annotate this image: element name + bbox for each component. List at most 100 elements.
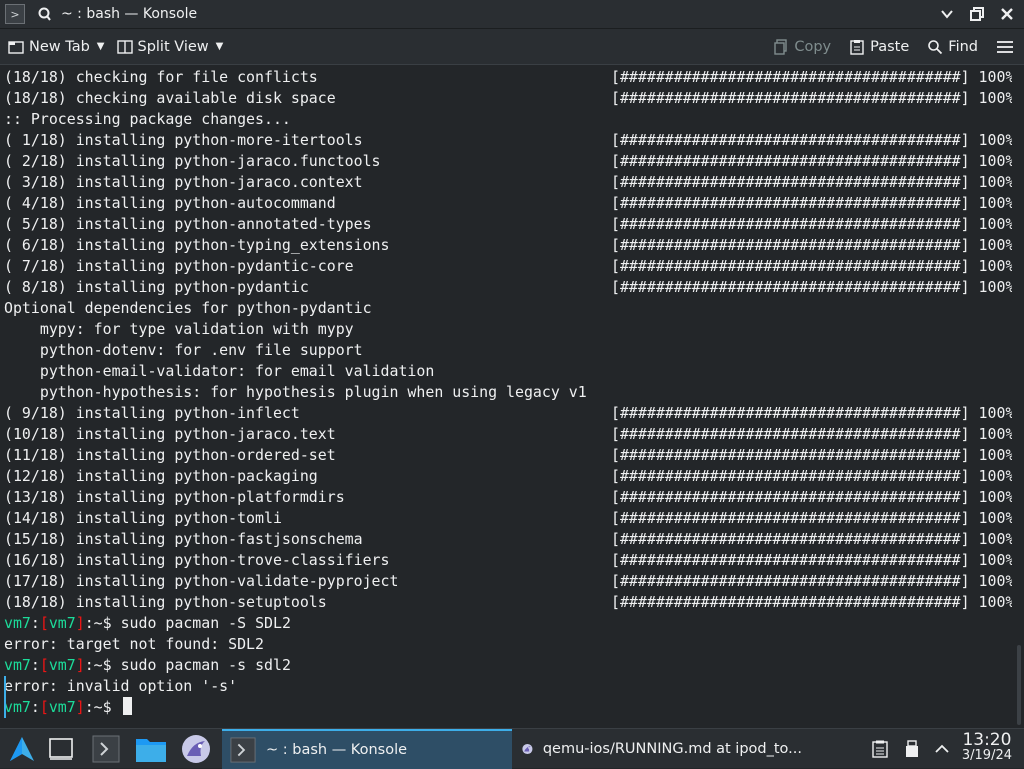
progress-bar-text: [######################################]… (611, 68, 1015, 86)
terminal-line-text: :: Processing package changes... (4, 110, 291, 128)
progress-bar-text: [######################################]… (611, 257, 1015, 275)
terminal-line: (13/18) installing python-platformdirs [#… (4, 487, 1014, 508)
terminal-scrollbar[interactable] (1012, 65, 1024, 728)
progress-bar-text: [######################################]… (611, 131, 1015, 149)
progress-bar-text: [######################################]… (611, 215, 1015, 233)
terminal-line: mypy: for type validation with mypy (4, 319, 1012, 340)
toolbar: New Tab ▼ Split View ▼ Copy Paste Find (0, 29, 1024, 65)
terminal-line: python-dotenv: for .env file support (4, 340, 1012, 361)
terminal-line-text: (12/18) installing python-packaging (4, 467, 318, 485)
prompt-host: vm7 (4, 656, 31, 674)
prompt-bracket: [ (39, 656, 49, 674)
removable-device-icon[interactable] (900, 729, 924, 769)
terminal-line-text: (17/18) installing python-validate-pypro… (4, 572, 399, 590)
split-view-button[interactable]: Split View ▼ (111, 33, 230, 61)
terminal-line: (17/18) installing python-validate-pypro… (4, 571, 1015, 592)
show-desktop-icon[interactable] (46, 729, 76, 769)
terminal-line-text: ( 5/18) installing python-annotated-type… (4, 215, 372, 233)
chevron-up-icon[interactable] (930, 729, 954, 769)
progress-bar-text: [######################################]… (611, 152, 1015, 170)
search-icon (928, 40, 943, 55)
clipboard-icon[interactable] (868, 729, 892, 769)
terminal-line: ( 8/18) installing python-pydantic [#####… (4, 277, 1014, 298)
file-manager-icon[interactable] (134, 729, 168, 769)
terminal-line: ( 5/18) installing python-annotated-type… (4, 214, 1015, 235)
find-button[interactable]: Find (921, 33, 984, 61)
output-line: error: target not found: SDL2 (4, 635, 264, 653)
terminal-line-text: (18/18) installing python-setuptools (4, 593, 327, 611)
taskbar: ~ : bash — Konsole qemu-ios/RUNNING.md a… (0, 728, 1024, 769)
digital-clock[interactable]: 13:20 3/19/24 (962, 732, 1012, 764)
terminal-line-text: (14/18) installing python-tomli (4, 509, 282, 527)
paste-icon (850, 40, 864, 55)
terminal-line: python-email-validator: for email valida… (4, 361, 1012, 382)
terminal-line: (18/18) installing python-setuptools [###… (4, 592, 1014, 613)
konsole-launcher-icon[interactable] (90, 729, 122, 769)
terminal-line-text: (18/18) checking for file conflicts (4, 68, 318, 86)
progress-bar-text: [######################################]… (611, 173, 1015, 191)
terminal-line-text: python-email-validator: for email valida… (4, 362, 435, 380)
progress-bar-text: [######################################]… (611, 551, 1015, 569)
terminal-line-text: python-dotenv: for .env file support (4, 341, 363, 359)
browser-icon[interactable] (178, 729, 214, 769)
terminal-line-text: ( 7/18) installing python-pydantic-core (4, 257, 354, 275)
pin-icon[interactable] (35, 5, 53, 23)
find-label: Find (948, 39, 978, 55)
clock-date: 3/19/24 (961, 748, 1012, 763)
terminal-line-text: ( 6/18) installing python-typing_extensi… (4, 236, 390, 254)
terminal-line-text: (10/18) installing python-jaraco.text (4, 425, 336, 443)
terminal-line-text: ( 1/18) installing python-more-itertools (4, 131, 363, 149)
chevron-down-icon: ▼ (96, 41, 105, 52)
terminal-line: ( 2/18) installing python-jaraco.functoo… (4, 151, 1015, 172)
terminal-output[interactable]: (18/18) checking for file conflicts [####… (0, 65, 1015, 728)
prompt-path: :~$ (84, 656, 112, 674)
close-icon[interactable] (998, 4, 1016, 24)
konsole-task-icon (230, 737, 256, 763)
prompt-colon: : (30, 698, 40, 716)
application-launcher-icon[interactable] (4, 729, 40, 769)
prompt-line: vm7:[vm7]:~$ sudo pacman -S SDL2 (4, 613, 1012, 634)
line-marker (4, 697, 6, 718)
terminal-line-text: (15/18) installing python-fastjsonschema (4, 530, 363, 548)
prompt-bracket: [ (39, 614, 49, 632)
new-tab-button[interactable]: New Tab ▼ (2, 33, 111, 61)
prompt-path: :~$ (84, 614, 112, 632)
prompt-bracket: ] (75, 614, 85, 632)
command-text: sudo pacman -s sdl2 (111, 656, 291, 674)
progress-bar-text: [######################################]… (611, 530, 1015, 548)
terminal-line-text: ( 4/18) installing python-autocommand (4, 194, 336, 212)
hamburger-menu-button[interactable] (990, 33, 1020, 61)
minimize-icon[interactable] (938, 4, 956, 24)
paste-button[interactable]: Paste (843, 33, 915, 61)
progress-bar-text: [######################################]… (611, 89, 1015, 107)
terminal-line: python-hypothesis: for hypothesis plugin… (4, 382, 1012, 403)
terminal-line: (16/18) installing python-trove-classifi… (4, 550, 1015, 571)
terminal-line-text: ( 8/18) installing python-pydantic (4, 278, 309, 296)
prompt-colon: : (30, 656, 40, 674)
progress-bar-text: [######################################]… (611, 509, 1015, 527)
terminal-line: ( 7/18) installing python-pydantic-core [… (4, 256, 1015, 277)
prompt-host: vm7 (4, 614, 31, 632)
prompt-path: :~$ (84, 698, 112, 716)
task-browser[interactable]: qemu-ios/RUNNING.md at ipod_to... (514, 729, 802, 769)
hamburger-menu-icon (997, 41, 1013, 53)
maximize-icon[interactable] (968, 4, 986, 24)
terminal-line: (10/18) installing python-jaraco.text [##… (4, 424, 1014, 445)
prompt-colon: : (30, 614, 40, 632)
progress-bar-text: [######################################]… (611, 404, 1015, 422)
prompt-host: vm7 (48, 656, 76, 674)
split-view-icon (116, 39, 133, 54)
terminal-line: (15/18) installing python-fastjsonschema… (4, 529, 1015, 550)
command-text (112, 698, 121, 716)
progress-bar-text: [######################################]… (611, 572, 1015, 590)
terminal-line: (18/18) checking available disk space [##… (4, 88, 1015, 109)
scrollbar-thumb[interactable] (1017, 645, 1021, 725)
copy-button[interactable]: Copy (767, 33, 837, 61)
progress-bar-text: [######################################]… (611, 446, 1015, 464)
konsole-app-icon[interactable]: > (5, 4, 25, 24)
task-label: qemu-ios/RUNNING.md at ipod_to... (542, 741, 802, 757)
terminal-line: ( 6/18) installing python-typing_extensi… (4, 235, 1014, 256)
prompt-bracket: [ (39, 698, 49, 716)
prompt-bracket: ] (75, 698, 85, 716)
task-konsole[interactable]: ~ : bash — Konsole (222, 729, 512, 769)
